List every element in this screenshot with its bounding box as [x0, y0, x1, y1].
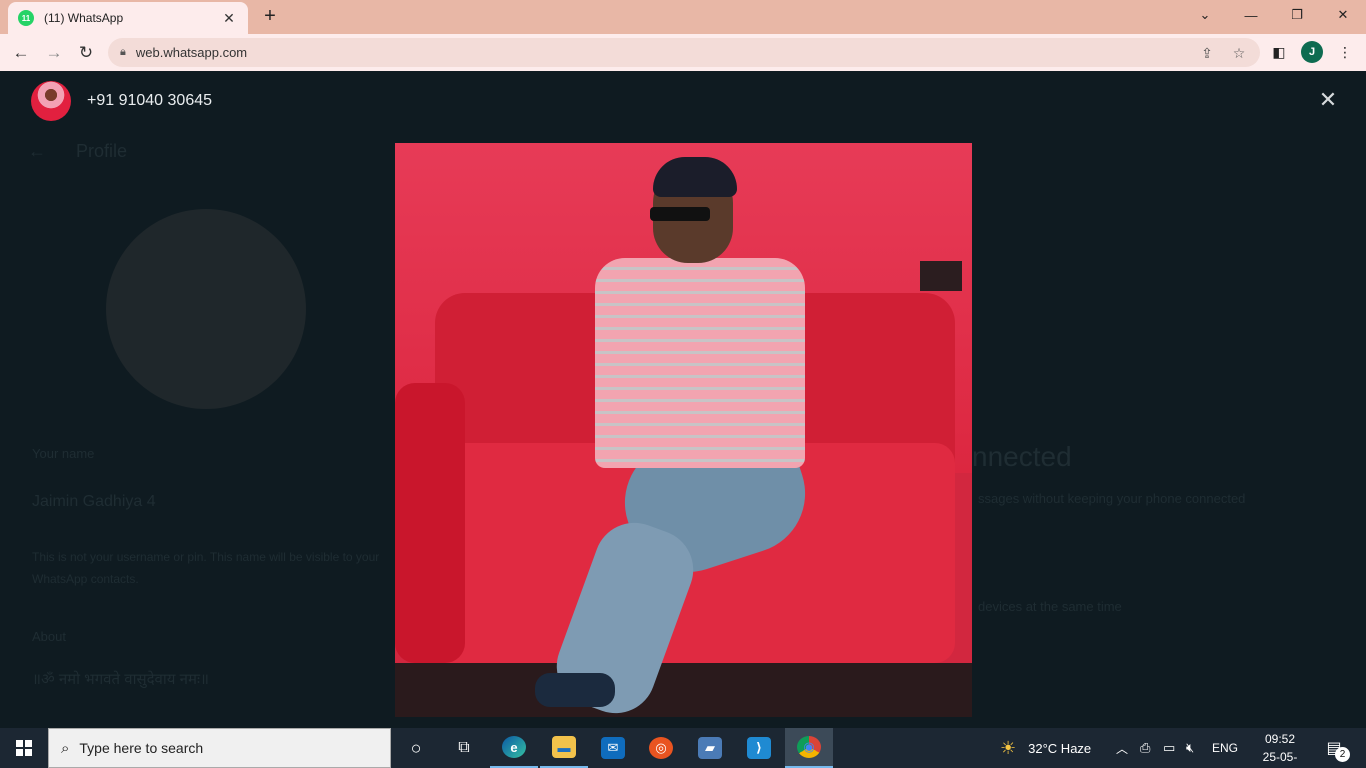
url-text: web.whatsapp.com: [135, 45, 248, 60]
meet-now-icon[interactable]: ⎙: [1140, 728, 1150, 768]
address-bar[interactable]: 🔒︎ web.whatsapp.com ⇪ ☆: [108, 38, 1260, 67]
search-icon: ⌕: [61, 739, 70, 757]
clock-time: 09:52: [1264, 732, 1296, 746]
photo-frame-object: [920, 261, 962, 291]
network-icon[interactable]: ▭: [1163, 728, 1175, 768]
ghost-name-label: Your name: [32, 446, 95, 461]
sofa-base: [395, 663, 972, 717]
contact-avatar[interactable]: [31, 81, 71, 121]
windows-taskbar: ⌕ Type here to search ○ ⧉ e ▬ ✉ ◎ ▰ ⟩ ◉ …: [0, 728, 1366, 768]
windows-logo-icon: [16, 740, 32, 756]
lock-icon: 🔒︎: [120, 46, 126, 58]
ghost-right-sub: ssages without keeping your phone connec…: [978, 491, 1246, 506]
sofa-arm: [395, 383, 465, 663]
ghost-profile-avatar: [106, 209, 306, 409]
task-view-icon[interactable]: ⧉: [440, 728, 488, 768]
person-shoe: [535, 673, 615, 707]
ghost-name-hint: This is not your username or pin. This n…: [32, 550, 380, 586]
ghost-about: ॥ॐ नमो भगवते वासुदेवाय नमः॥: [32, 671, 209, 688]
weather-text: 32°C Haze: [1028, 740, 1092, 756]
person-hair: [653, 157, 737, 197]
mail-icon[interactable]: ✉: [589, 728, 637, 768]
clock[interactable]: 09:52 25-05-2022: [1250, 730, 1310, 768]
person-sunglasses: [650, 207, 710, 221]
tab-search-chevron-icon[interactable]: ⌄: [1182, 0, 1228, 30]
whatsapp-favicon-icon: 11: [18, 10, 34, 26]
reload-icon[interactable]: ↻: [73, 40, 99, 66]
viewer-header: +91 91040 30645 ✕: [0, 71, 1366, 131]
share-icon[interactable]: ⇪: [1196, 42, 1218, 64]
show-hidden-icons-chevron-icon[interactable]: ︿: [1116, 728, 1128, 768]
contact-name: +91 91040 30645: [87, 92, 213, 109]
back-icon[interactable]: ←: [8, 40, 34, 66]
browser-tab-strip: 11 (11) WhatsApp ✕ + ⌄ — ❐ ✕: [0, 0, 1366, 34]
person-shirt: [595, 258, 805, 468]
ghost-right-sub2: devices at the same time: [978, 599, 1122, 614]
tab-close-icon[interactable]: ✕: [220, 10, 238, 27]
weather-haze-icon: ☀: [1000, 737, 1017, 758]
ghost-profile-title: Profile: [76, 141, 128, 161]
browser-toolbar: ← → ↻ 🔒︎ web.whatsapp.com ⇪ ☆: [0, 34, 1366, 71]
profile-avatar[interactable]: J: [1301, 41, 1323, 63]
app-icon[interactable]: ▰: [686, 728, 734, 768]
side-panel-icon[interactable]: ◧: [1267, 40, 1291, 64]
ubuntu-icon[interactable]: ◎: [637, 728, 685, 768]
profile-photo: [395, 143, 972, 717]
menu-kebab-icon[interactable]: ⋮: [1333, 40, 1357, 64]
ghost-back-arrow-icon: ←: [28, 141, 46, 161]
language-indicator[interactable]: ENG: [1212, 728, 1238, 768]
start-button[interactable]: [0, 728, 48, 768]
weather-widget[interactable]: ☀ 32°C Haze: [1000, 728, 1091, 768]
ghost-name: Jaimin Gadhiya 4: [32, 493, 156, 510]
forward-icon[interactable]: →: [41, 40, 67, 66]
taskbar-search-box[interactable]: ⌕ Type here to search: [48, 728, 391, 768]
file-explorer-icon[interactable]: ▬: [540, 728, 588, 768]
clock-date: 25-05-2022: [1262, 750, 1298, 764]
close-window-button[interactable]: ✕: [1320, 0, 1366, 30]
vscode-icon[interactable]: ⟩: [735, 728, 783, 768]
tab-title: (11) WhatsApp: [44, 11, 124, 25]
notification-count-badge: 2: [1335, 747, 1350, 762]
bookmark-star-icon[interactable]: ☆: [1228, 42, 1250, 64]
search-placeholder: Type here to search: [79, 740, 204, 756]
chrome-icon[interactable]: ◉: [785, 728, 833, 768]
minimize-button[interactable]: —: [1228, 0, 1274, 30]
edge-icon[interactable]: e: [490, 728, 538, 768]
ghost-right-heading: nnected: [972, 441, 1072, 472]
cortana-icon[interactable]: ○: [392, 728, 440, 768]
restore-button[interactable]: ❐: [1274, 0, 1320, 30]
volume-muted-icon[interactable]: 🔇︎: [1186, 728, 1194, 768]
close-viewer-icon[interactable]: ✕: [1316, 89, 1340, 113]
notification-center-icon[interactable]: ▤ 2: [1320, 734, 1350, 762]
new-tab-button[interactable]: +: [258, 6, 282, 28]
media-viewer: ← Profile Your name Jaimin Gadhiya 4 Thi…: [0, 71, 1366, 728]
ghost-about-label: About: [32, 629, 66, 644]
tab-whatsapp[interactable]: 11 (11) WhatsApp ✕: [8, 2, 248, 34]
